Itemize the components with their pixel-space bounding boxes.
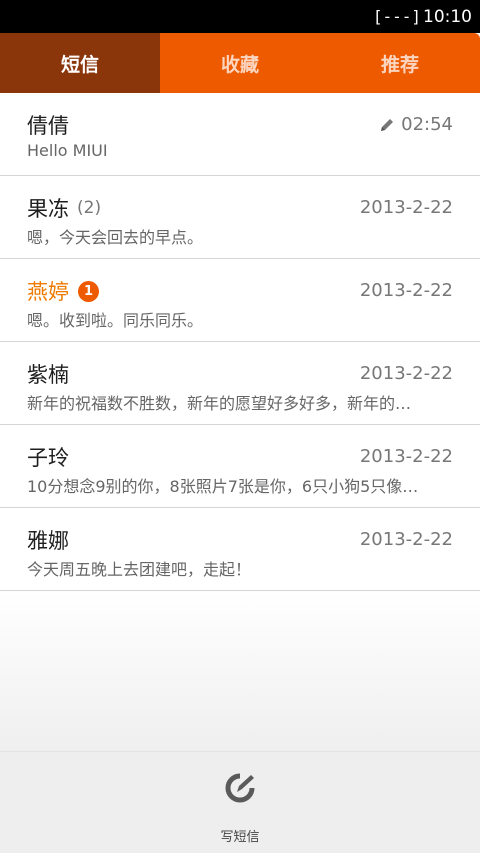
tab-favorites[interactable]: 收藏	[160, 33, 320, 93]
unread-badge: 1	[78, 280, 99, 302]
contact-name: 子玲	[27, 446, 69, 470]
message-preview: 今天周五晚上去团建吧，走起！	[27, 560, 252, 579]
message-preview: 嗯，今天会回去的早点。	[27, 228, 204, 247]
conversation-row[interactable]: 倩倩 02:54 Hello MIUI	[0, 93, 480, 176]
tab-sms[interactable]: 短信	[0, 33, 160, 93]
contact-name-wrap: 雅娜	[27, 525, 69, 555]
conversation-list: 倩倩 02:54 Hello MIUI 果冻 (2) 2013-2-22 嗯，今…	[0, 93, 480, 591]
contact-name: 倩倩	[27, 114, 69, 138]
date-wrap: 2013-2-22	[360, 280, 453, 301]
message-date: 2013-2-22	[359, 280, 453, 301]
contact-name-wrap: 紫楠	[27, 359, 69, 389]
tab-bar: 短信 收藏 推荐	[0, 33, 480, 93]
contact-name-wrap: 燕婷 1	[27, 276, 99, 306]
message-date: 2013-2-22	[359, 529, 453, 550]
message-date: 2013-2-22	[359, 363, 453, 384]
contact-name: 紫楠	[27, 363, 69, 387]
list-empty-area	[0, 591, 480, 751]
date-wrap: 2013-2-22	[360, 446, 453, 467]
message-preview: 嗯。收到啦。同乐同乐。	[27, 311, 204, 330]
contact-name: 燕婷	[27, 280, 69, 304]
contact-name-wrap: 果冻 (2)	[27, 193, 101, 223]
message-preview: 10分想念9别的你，8张照片7张是你，6只小狗5只像…	[27, 477, 419, 496]
date-wrap: 2013-2-22	[360, 529, 453, 550]
message-preview: Hello MIUI	[27, 141, 108, 160]
message-date: 2013-2-22	[359, 446, 453, 467]
message-date: 2013-2-22	[359, 197, 453, 218]
status-bar: [---] 10:10	[0, 0, 480, 33]
date-wrap: 2013-2-22	[360, 197, 453, 218]
conversation-row[interactable]: 雅娜 2013-2-22 今天周五晚上去团建吧，走起！	[0, 508, 480, 591]
compose-icon	[225, 773, 255, 803]
message-preview: 新年的祝福数不胜数，新年的愿望好多好多，新年的…	[27, 394, 412, 413]
battery-indicator: [---]	[372, 7, 421, 26]
conversation-row[interactable]: 果冻 (2) 2013-2-22 嗯，今天会回去的早点。	[0, 176, 480, 259]
contact-name: 果冻	[27, 197, 69, 221]
message-time: 02:54	[401, 114, 453, 135]
conversation-row[interactable]: 紫楠 2013-2-22 新年的祝福数不胜数，新年的愿望好多好多，新年的…	[0, 342, 480, 425]
tab-recommended[interactable]: 推荐	[320, 33, 480, 93]
bottom-action-bar: 写短信	[0, 751, 480, 853]
conversation-row[interactable]: 子玲 2013-2-22 10分想念9别的你，8张照片7张是你，6只小狗5只像…	[0, 425, 480, 508]
contact-name: 雅娜	[27, 529, 69, 553]
message-count: (2)	[77, 198, 102, 218]
conversation-row[interactable]: 燕婷 1 2013-2-22 嗯。收到啦。同乐同乐。	[0, 259, 480, 342]
pencil-icon	[381, 118, 394, 131]
date-wrap: 2013-2-22	[360, 363, 453, 384]
compose-button[interactable]: 写短信	[190, 772, 290, 848]
contact-name-wrap: 倩倩	[27, 110, 69, 140]
contact-name-wrap: 子玲	[27, 442, 69, 472]
compose-label: 写短信	[220, 830, 260, 845]
date-wrap: 02:54	[379, 114, 453, 135]
status-time: 10:10	[423, 6, 472, 27]
